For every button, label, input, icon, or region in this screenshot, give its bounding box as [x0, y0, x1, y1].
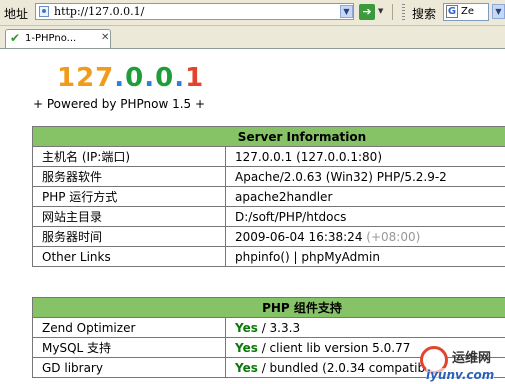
address-input[interactable]: http://127.0.0.1/: [54, 5, 144, 18]
watermark-url: iyunv.com: [426, 368, 495, 382]
row-label: GD library: [32, 357, 226, 378]
other-links[interactable]: phpinfo() | phpMyAdmin: [225, 246, 505, 267]
row-label: MySQL 支持: [32, 337, 226, 358]
server-info-heading: Server Information: [32, 126, 505, 147]
row-label: 网站主目录: [32, 206, 226, 227]
search-input[interactable]: Ze: [461, 6, 474, 17]
status-yes: Yes: [235, 320, 258, 335]
toolbar-separator: [392, 4, 393, 20]
table-row: 服务器软件 Apache/2.0.63 (Win32) PHP/5.2.9-2: [32, 166, 505, 187]
table-row: Other Links phpinfo() | phpMyAdmin: [32, 246, 505, 267]
row-label: 服务器软件: [32, 166, 226, 187]
row-value: / client lib version 5.0.77: [257, 340, 411, 355]
table-row: 服务器时间 2009-06-04 16:38:24 (+08:00): [32, 226, 505, 247]
address-toolbar: 地址 http://127.0.0.1/ ▼ ➔ ▼ 搜索 G Ze ▼: [0, 0, 505, 26]
google-icon[interactable]: G: [446, 5, 458, 18]
row-value: D:/soft/PHP/htdocs: [225, 206, 505, 227]
logo-part: .: [144, 63, 156, 93]
powered-by-text: + Powered by PHPnow 1.5 +: [33, 97, 206, 111]
search-dropdown-icon[interactable]: ▼: [492, 4, 505, 19]
table-row: 主机名 (IP:端口) 127.0.0.1 (127.0.0.1:80): [32, 146, 505, 167]
address-bar[interactable]: http://127.0.0.1/ ▼: [35, 3, 354, 20]
toolbar-grip[interactable]: [402, 4, 405, 20]
go-menu-arrow-icon[interactable]: ▼: [378, 7, 383, 15]
timezone-offset: (+08:00): [366, 229, 421, 244]
go-button[interactable]: ➔: [359, 4, 375, 20]
row-label: Zend Optimizer: [32, 317, 226, 338]
row-value: Apache/2.0.63 (Win32) PHP/5.2.9-2: [225, 166, 505, 187]
logo-part: 1: [185, 63, 205, 93]
status-yes: Yes: [235, 360, 258, 375]
logo-part: 0: [155, 63, 175, 93]
logo-part: .: [174, 63, 186, 93]
row-value: / 3.3.3: [257, 320, 301, 335]
row-value: apache2handler: [225, 186, 505, 207]
logo-part: .: [114, 63, 126, 93]
table-row: 网站主目录 D:/soft/PHP/htdocs: [32, 206, 505, 227]
page-icon: [39, 6, 49, 17]
address-label: 地址: [4, 7, 29, 21]
table-row: Zend Optimizer Yes / 3.3.3: [32, 317, 505, 338]
tab-phpnow[interactable]: ✔ 1-PHPno... ✕: [5, 29, 111, 48]
server-time-value: 2009-06-04 16:38:24: [235, 229, 363, 244]
logo-part: 127: [57, 63, 115, 93]
watermark: 运维网 iyunv.com: [420, 346, 505, 384]
row-label: Other Links: [32, 246, 226, 267]
address-dropdown-icon[interactable]: ▼: [340, 5, 353, 18]
php-components-heading: PHP 组件支持: [32, 297, 505, 318]
phpnow-logo: 127.0.0.1: [57, 63, 204, 93]
row-label: 主机名 (IP:端口): [32, 146, 226, 167]
tab-bar: ✔ 1-PHPno... ✕: [0, 26, 505, 49]
search-field[interactable]: G Ze: [443, 3, 489, 21]
row-label: PHP 运行方式: [32, 186, 226, 207]
server-info-table: Server Information 主机名 (IP:端口) 127.0.0.1…: [32, 126, 505, 267]
check-icon: ✔: [10, 31, 21, 45]
row-value: 127.0.0.1 (127.0.0.1:80): [225, 146, 505, 167]
row-value-cell: 2009-06-04 16:38:24 (+08:00): [225, 226, 505, 247]
row-value: / bundled (2.0.34 compatible): [257, 360, 441, 375]
watermark-name: 运维网: [452, 351, 492, 366]
row-value-cell: Yes / 3.3.3: [225, 317, 505, 338]
table-row: PHP 运行方式 apache2handler: [32, 186, 505, 207]
logo-part: 0: [125, 63, 145, 93]
status-yes: Yes: [235, 340, 258, 355]
close-icon[interactable]: ✕: [101, 33, 109, 43]
search-label: 搜索: [412, 7, 437, 21]
tab-title: 1-PHPno...: [25, 33, 77, 44]
row-label: 服务器时间: [32, 226, 226, 247]
